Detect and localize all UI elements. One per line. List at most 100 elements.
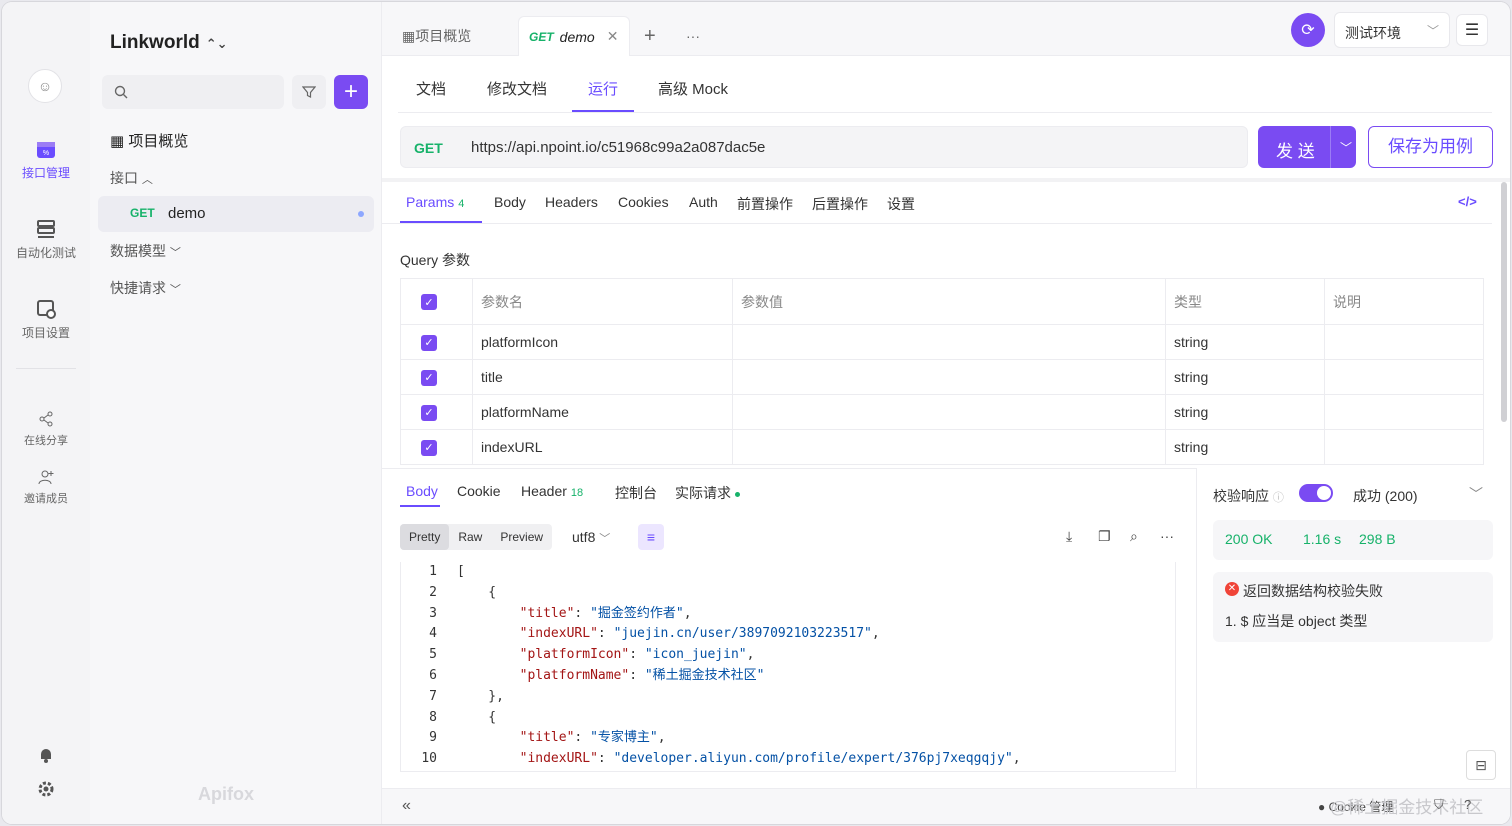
- url-input[interactable]: https://api.npoint.io/c51968c99a2a087dac…: [471, 139, 765, 156]
- sidebar-section-api[interactable]: 接口 ︿: [110, 168, 153, 188]
- sync-button[interactable]: ⟳: [1291, 13, 1325, 47]
- chevron-down-icon[interactable]: ﹀: [1469, 484, 1483, 504]
- rail-item-autotest[interactable]: 自动化测试: [2, 218, 90, 261]
- code-line: "indexURL": "developer.aliyun.com/profil…: [519, 751, 1021, 767]
- url-bar[interactable]: GET https://api.npoint.io/c51968c99a2a08…: [400, 126, 1248, 168]
- sidebar-item-overview[interactable]: ▦ 项目概览: [110, 130, 188, 151]
- param-name[interactable]: indexURL: [472, 429, 733, 465]
- tab-auth[interactable]: Auth: [689, 194, 718, 210]
- mode-raw[interactable]: Raw: [449, 524, 491, 550]
- validate-result-select[interactable]: 成功 (200): [1353, 486, 1418, 506]
- tab-run[interactable]: 运行: [588, 78, 618, 99]
- filter-icon: [302, 86, 316, 98]
- param-name[interactable]: title: [472, 359, 733, 395]
- tab-doc[interactable]: 文档: [416, 78, 446, 99]
- tab-overview[interactable]: ▦ 项目概览: [402, 16, 471, 56]
- project-name: Linkworld: [110, 32, 200, 53]
- tab-response-body[interactable]: Body: [406, 483, 438, 499]
- tab-post[interactable]: 后置操作: [812, 194, 868, 214]
- doc-tabs: 文档 修改文档 运行 高级 Mock: [382, 56, 1510, 114]
- rail-item-share[interactable]: 在线分享: [2, 410, 90, 448]
- tab-params[interactable]: Params 4: [406, 194, 464, 210]
- scrollbar[interactable]: [1501, 182, 1507, 422]
- param-value[interactable]: [732, 324, 1166, 360]
- tab-response-header[interactable]: Header 18: [521, 483, 583, 499]
- tab-cookies[interactable]: Cookies: [618, 194, 669, 210]
- row-checkbox[interactable]: ✓: [421, 369, 437, 386]
- check-cell: ✓: [400, 359, 473, 395]
- layout-toggle-button[interactable]: ⊟: [1466, 750, 1496, 780]
- avatar[interactable]: ☺: [28, 69, 62, 103]
- line-number: 7: [429, 688, 437, 704]
- send-button[interactable]: 发 送 ﹀: [1258, 126, 1356, 168]
- sidebar-item-demo[interactable]: GET demo: [98, 196, 374, 232]
- validate-toggle[interactable]: [1299, 484, 1333, 502]
- notifications-button[interactable]: [2, 746, 90, 768]
- close-icon[interactable]: ✕: [607, 28, 619, 45]
- param-name[interactable]: platformIcon: [472, 324, 733, 360]
- settings-button[interactable]: [2, 780, 90, 802]
- collapse-sidebar-icon[interactable]: «: [402, 797, 411, 815]
- param-type[interactable]: string: [1165, 359, 1325, 395]
- menu-button[interactable]: ☰: [1456, 14, 1488, 46]
- row-checkbox[interactable]: ✓: [421, 404, 437, 421]
- param-value[interactable]: [732, 394, 1166, 430]
- table-row: ✓ indexURL string: [400, 429, 1484, 465]
- tab-edit-doc[interactable]: 修改文档: [487, 78, 547, 99]
- help-icon[interactable]: ?: [1464, 797, 1471, 812]
- rail-item-api[interactable]: % 接口管理: [2, 138, 90, 181]
- tab-body[interactable]: Body: [494, 194, 526, 210]
- param-desc[interactable]: [1324, 359, 1484, 395]
- response-size: 298 B: [1359, 531, 1396, 547]
- download-icon[interactable]: ⤓: [1066, 528, 1072, 545]
- line-numbers: 1 2 3 4 5 6 7 8 9 10: [401, 562, 453, 771]
- tab-demo[interactable]: GET demo ✕: [518, 16, 630, 56]
- param-value[interactable]: [732, 429, 1166, 465]
- method-badge: GET: [130, 206, 155, 220]
- wrap-lines-button[interactable]: ≡: [638, 524, 664, 550]
- bell-icon: [41, 749, 51, 763]
- method-select[interactable]: GET: [414, 140, 443, 156]
- chevron-down-icon[interactable]: ﹀: [1340, 139, 1352, 156]
- param-name[interactable]: platformName: [472, 394, 733, 430]
- more-icon[interactable]: ···: [1160, 528, 1174, 544]
- rail-item-invite[interactable]: 邀请成员: [2, 468, 90, 506]
- mode-preview[interactable]: Preview: [491, 524, 552, 550]
- response-code-view[interactable]: 1 2 3 4 5 6 7 8 9 10 [ { "title": "掘金签约作者", "inde…: [400, 562, 1176, 772]
- tab-actual-request[interactable]: 实际请求: [675, 483, 740, 503]
- select-all-checkbox[interactable]: ✓: [421, 294, 437, 311]
- param-desc[interactable]: [1324, 324, 1484, 360]
- tab-mock[interactable]: 高级 Mock: [658, 78, 728, 99]
- save-as-case-button[interactable]: 保存为用例: [1368, 126, 1493, 168]
- row-checkbox[interactable]: ✓: [421, 439, 437, 456]
- encoding-select[interactable]: utf8 ﹀: [572, 529, 610, 546]
- new-tab-button[interactable]: +: [644, 16, 656, 56]
- param-type[interactable]: string: [1165, 394, 1325, 430]
- param-type[interactable]: string: [1165, 324, 1325, 360]
- param-type[interactable]: string: [1165, 429, 1325, 465]
- param-value[interactable]: [732, 359, 1166, 395]
- tab-settings[interactable]: 设置: [887, 194, 915, 214]
- mode-pretty[interactable]: Pretty: [400, 524, 450, 550]
- tab-console[interactable]: 控制台: [615, 483, 657, 503]
- more-tabs-button[interactable]: ···: [686, 16, 700, 56]
- tab-pre[interactable]: 前置操作: [737, 194, 793, 214]
- filter-button[interactable]: [292, 75, 326, 109]
- shirt-icon[interactable]: ⛉: [1434, 797, 1444, 813]
- project-switcher[interactable]: Linkworld ⌃⌄: [110, 32, 228, 54]
- search-icon[interactable]: ⌕: [1130, 528, 1138, 545]
- param-desc[interactable]: [1324, 394, 1484, 430]
- sidebar-section-models[interactable]: 数据模型 ﹀: [110, 241, 181, 261]
- sidebar-section-quick[interactable]: 快捷请求 ﹀: [110, 278, 181, 298]
- search-input[interactable]: [102, 75, 284, 109]
- tab-headers[interactable]: Headers: [545, 194, 598, 210]
- check-cell: ✓: [400, 394, 473, 430]
- env-select[interactable]: 测试环境 ﹀: [1334, 12, 1450, 48]
- tab-response-cookie[interactable]: Cookie: [457, 483, 501, 499]
- rail-item-settings[interactable]: 项目设置: [2, 298, 90, 341]
- copy-icon[interactable]: ❐: [1098, 528, 1111, 545]
- param-desc[interactable]: [1324, 429, 1484, 465]
- code-icon[interactable]: </>: [1458, 194, 1477, 209]
- row-checkbox[interactable]: ✓: [421, 334, 437, 351]
- add-button[interactable]: +: [334, 75, 368, 109]
